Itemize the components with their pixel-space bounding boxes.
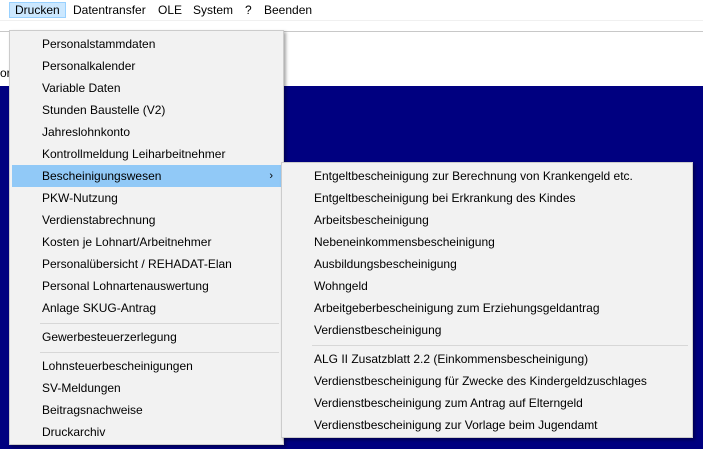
menu-item-beitragsnachweise[interactable]: Beitragsnachweise (12, 399, 281, 421)
submenu-item-wohngeld[interactable]: Wohngeld (284, 275, 690, 297)
menu-system[interactable]: System (188, 2, 238, 18)
submenu-item-nebeneinkommen[interactable]: Nebeneinkommensbescheinigung (284, 231, 690, 253)
drucken-menu: Personalstammdaten Personalkalender Vari… (9, 30, 284, 445)
submenu-item-ausbildung[interactable]: Ausbildungsbescheinigung (284, 253, 690, 275)
menu-beenden[interactable]: Beenden (259, 2, 317, 18)
menu-item-bescheinigungswesen[interactable]: Bescheinigungswesen › (12, 165, 281, 187)
menu-item-variable-daten[interactable]: Variable Daten (12, 77, 281, 99)
menu-item-verdienstabrechnung[interactable]: Verdienstabrechnung (12, 209, 281, 231)
menu-drucken[interactable]: Drucken (9, 2, 66, 18)
menu-item-lohnsteuerbescheinigungen[interactable]: Lohnsteuerbescheinigungen (12, 355, 281, 377)
menu-item-anlage-skug[interactable]: Anlage SKUG-Antrag (12, 297, 281, 319)
menu-item-druckarchiv[interactable]: Druckarchiv (12, 421, 281, 443)
submenu-item-erziehungsgeld[interactable]: Arbeitgeberbescheinigung zum Erziehungsg… (284, 297, 690, 319)
menu-datentransfer[interactable]: Datentransfer (68, 2, 151, 18)
submenu-separator (312, 345, 688, 346)
menu-item-personalstammdaten[interactable]: Personalstammdaten (12, 33, 281, 55)
menu-item-kontrollmeldung[interactable]: Kontrollmeldung Leiharbeitnehmer (12, 143, 281, 165)
menu-item-personalkalender[interactable]: Personalkalender (12, 55, 281, 77)
menu-separator (40, 323, 279, 324)
submenu-item-elterngeld[interactable]: Verdienstbescheinigung zum Antrag auf El… (284, 392, 690, 414)
bescheinigungswesen-submenu: Entgeltbescheinigung zur Berechnung von … (281, 162, 693, 438)
submenu-item-alg2-zusatzblatt[interactable]: ALG II Zusatzblatt 2.2 (Einkommensbesche… (284, 348, 690, 370)
menu-item-jahreslohnkonto[interactable]: Jahreslohnkonto (12, 121, 281, 143)
menu-item-personal-lohnartenauswertung[interactable]: Personal Lohnartenauswertung (12, 275, 281, 297)
menu-item-personaluebersicht[interactable]: Personalübersicht / REHADAT-Elan (12, 253, 281, 275)
submenu-item-arbeitsbescheinigung[interactable]: Arbeitsbescheinigung (284, 209, 690, 231)
submenu-item-entgelt-kind[interactable]: Entgeltbescheinigung bei Erkrankung des … (284, 187, 690, 209)
menu-item-pkw-nutzung[interactable]: PKW-Nutzung (12, 187, 281, 209)
menu-help[interactable]: ? (240, 2, 257, 18)
menu-item-gewerbesteuerzerlegung[interactable]: Gewerbesteuerzerlegung (12, 326, 281, 348)
menu-separator (40, 352, 279, 353)
menu-item-stunden-baustelle[interactable]: Stunden Baustelle (V2) (12, 99, 281, 121)
menu-ole[interactable]: OLE (153, 2, 187, 18)
submenu-item-jugendamt[interactable]: Verdienstbescheinigung zur Vorlage beim … (284, 414, 690, 436)
submenu-item-verdienstbescheinigung[interactable]: Verdienstbescheinigung (284, 319, 690, 341)
submenu-item-kindergeldzuschlag[interactable]: Verdienstbescheinigung für Zwecke des Ki… (284, 370, 690, 392)
menu-bar: Drucken Datentransfer OLE System ? Beend… (0, 0, 703, 21)
submenu-item-entgelt-krankengeld[interactable]: Entgeltbescheinigung zur Berechnung von … (284, 165, 690, 187)
chevron-right-icon: › (269, 170, 273, 182)
menu-item-kosten-je-lohnart[interactable]: Kosten je Lohnart/Arbeitnehmer (12, 231, 281, 253)
menu-item-sv-meldungen[interactable]: SV-Meldungen (12, 377, 281, 399)
